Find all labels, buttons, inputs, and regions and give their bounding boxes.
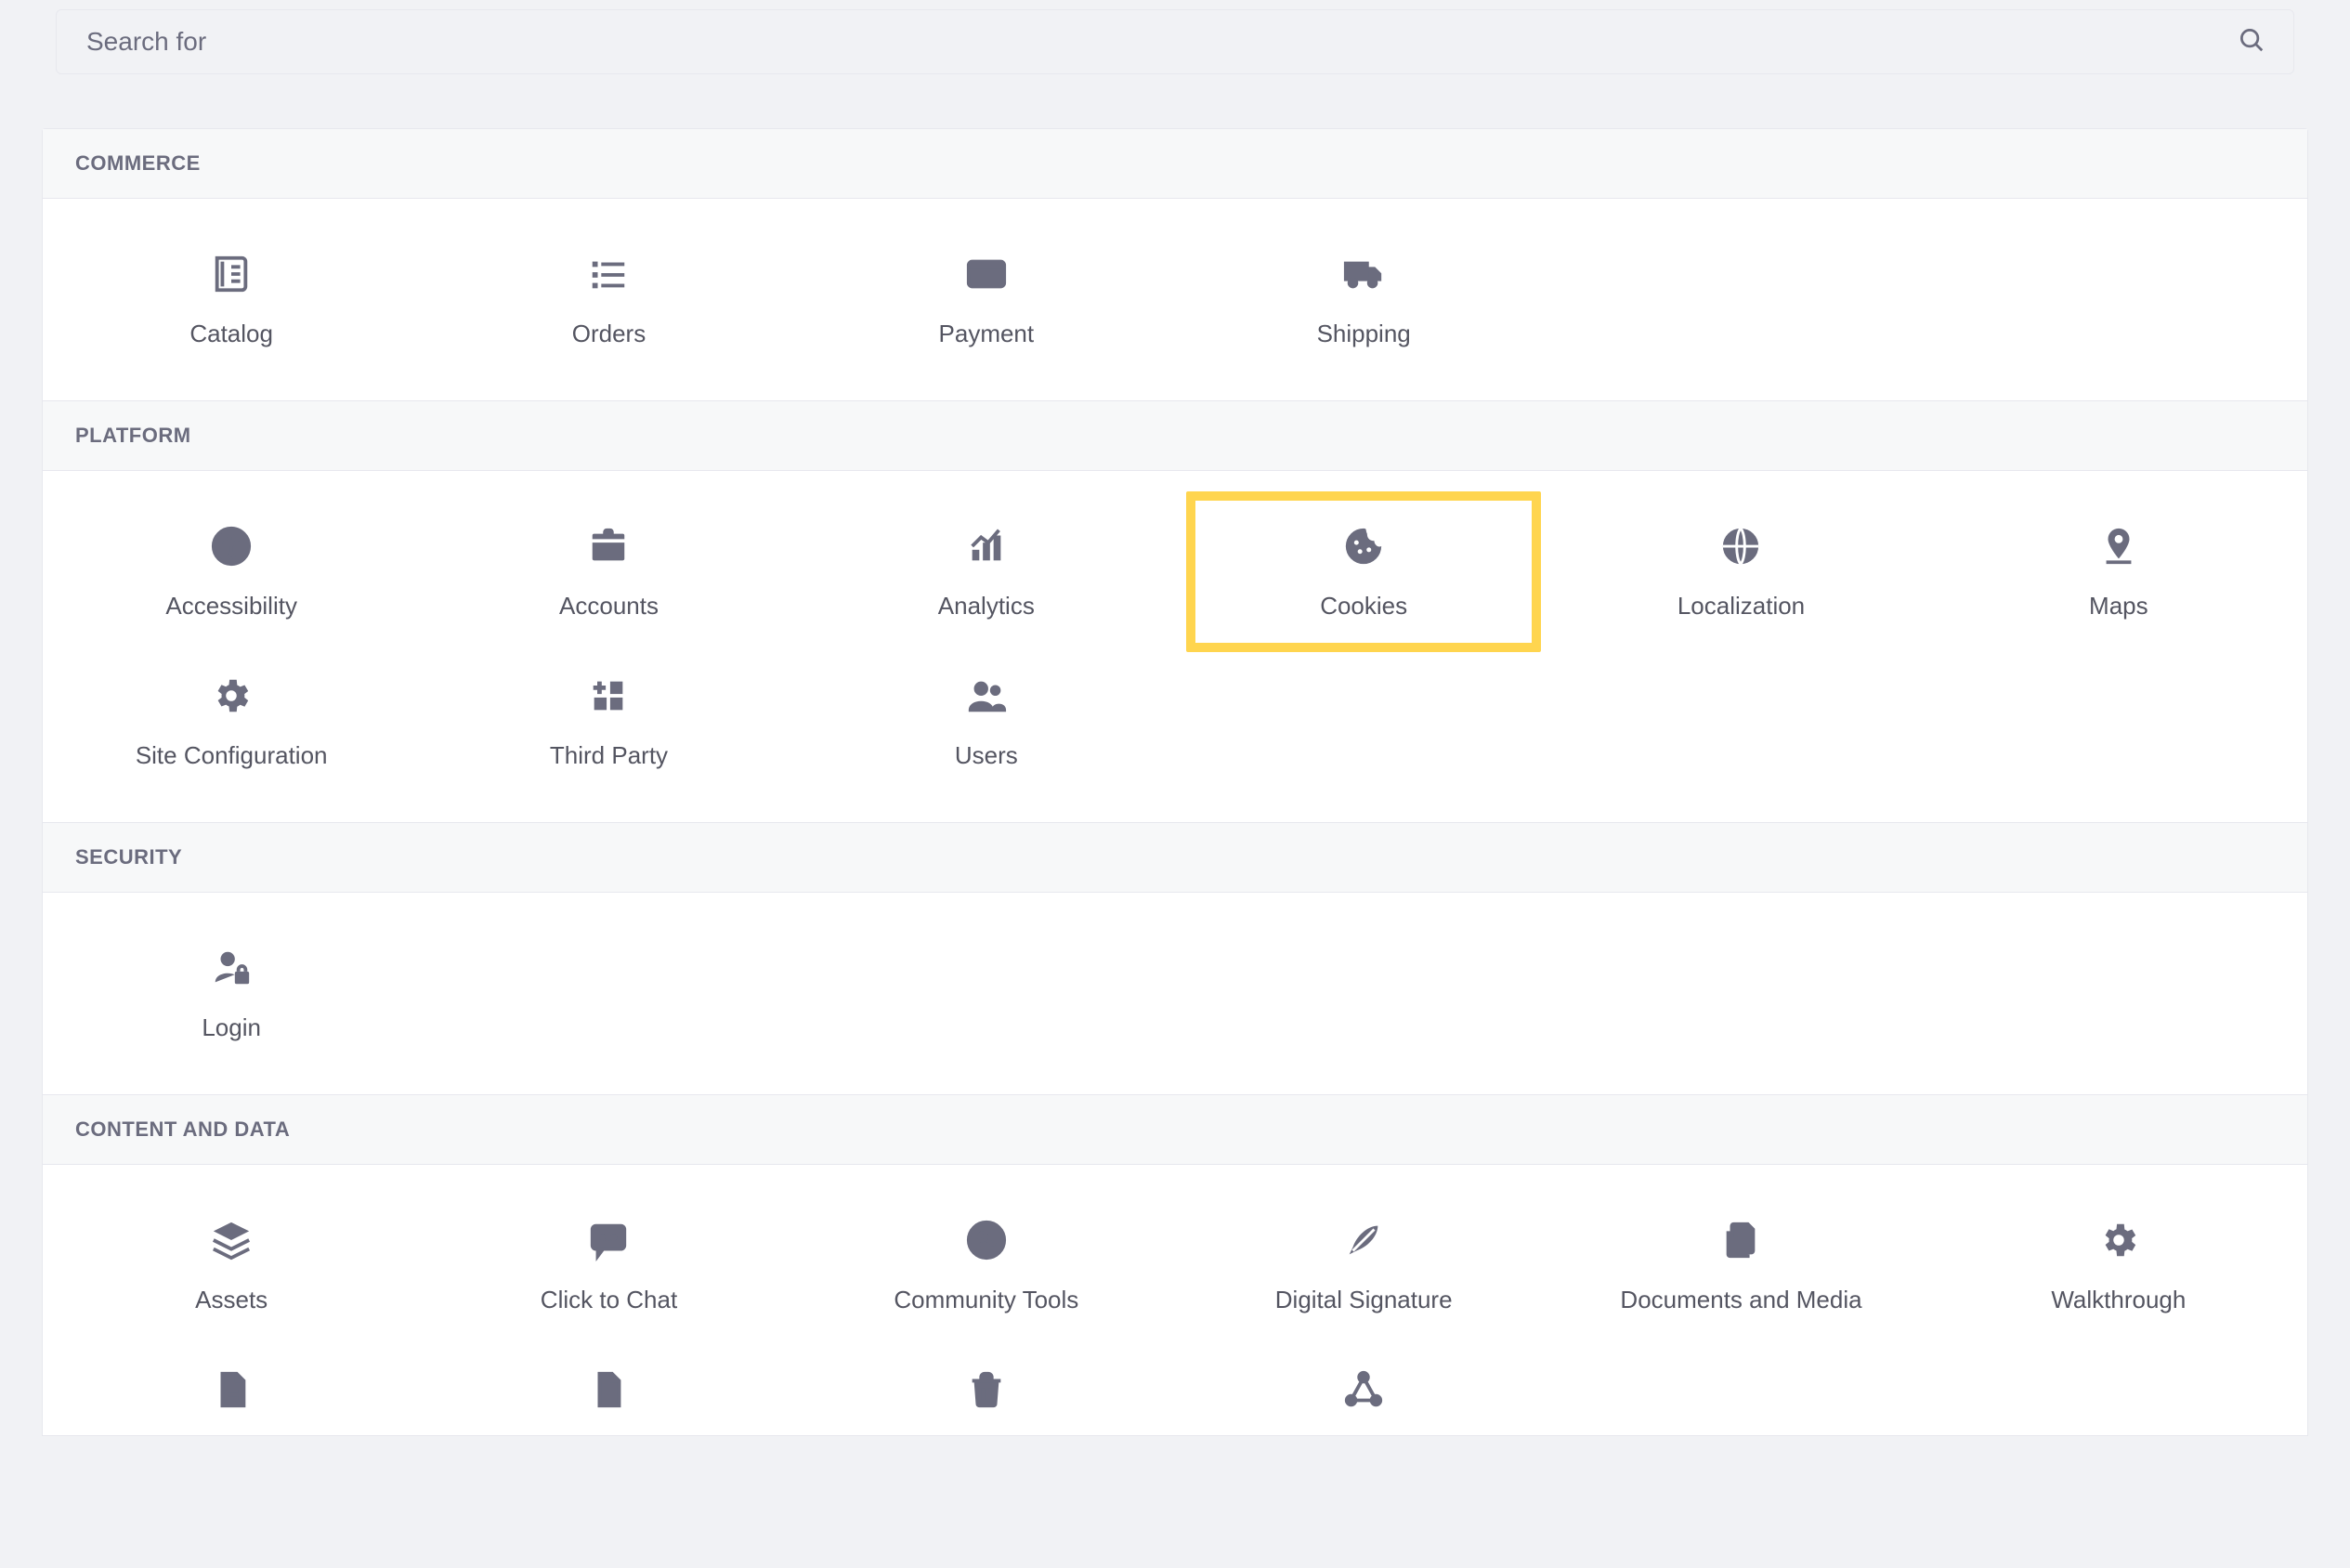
tile-documents-media[interactable]: Documents and Media <box>1552 1191 1929 1340</box>
tile-label: Accounts <box>559 592 659 621</box>
truck-icon <box>1340 251 1387 297</box>
tile-click-to-chat[interactable]: Click to Chat <box>420 1191 797 1340</box>
tile-catalog[interactable]: Catalog <box>43 225 420 374</box>
credit-card-icon <box>963 251 1010 297</box>
tile-digital-signature[interactable]: Digital Signature <box>1175 1191 1552 1340</box>
feather-icon <box>1340 1217 1387 1263</box>
tile-login[interactable]: Login <box>43 919 420 1068</box>
briefcase-icon <box>585 523 632 569</box>
list-icon <box>585 251 632 297</box>
tile-orders[interactable]: Orders <box>420 225 797 374</box>
tile-label: Accessibility <box>165 592 297 621</box>
users-icon <box>963 673 1010 719</box>
tile-payment[interactable]: Payment <box>798 225 1175 374</box>
layers-icon <box>208 1217 255 1263</box>
book-icon <box>208 251 255 297</box>
tile-maps[interactable]: Maps <box>1930 497 2307 647</box>
file-icon <box>585 1366 632 1413</box>
tile-third-party[interactable]: Third Party <box>420 647 797 796</box>
tile-label: Documents and Media <box>1620 1286 1861 1314</box>
tile-label: Shipping <box>1317 320 1411 348</box>
tile-label: Login <box>202 1013 261 1042</box>
tile-analytics[interactable]: Analytics <box>798 497 1175 647</box>
chat-icon <box>585 1217 632 1263</box>
tile-assets[interactable]: Assets <box>43 1191 420 1340</box>
gear-icon <box>2095 1217 2142 1263</box>
tile-community-tools[interactable]: Community Tools <box>798 1191 1175 1340</box>
tile-label: Analytics <box>938 592 1035 621</box>
tile-accounts[interactable]: Accounts <box>420 497 797 647</box>
tile-label: Assets <box>195 1286 268 1314</box>
tile-localization[interactable]: Localization <box>1552 497 1929 647</box>
share-icon <box>1340 1366 1387 1413</box>
analytics-icon <box>963 523 1010 569</box>
user-lock-icon <box>208 945 255 991</box>
apps-add-icon <box>585 673 632 719</box>
section-header-security: SECURITY <box>43 822 2307 893</box>
community-icon <box>963 1217 1010 1263</box>
tile-label: Payment <box>939 320 1035 348</box>
section-header-content: CONTENT AND DATA <box>43 1094 2307 1165</box>
trash-icon <box>963 1366 1010 1413</box>
accessibility-icon <box>208 523 255 569</box>
cookie-icon <box>1340 523 1387 569</box>
tile-label: Community Tools <box>894 1286 1078 1314</box>
tile-partial-3[interactable] <box>798 1340 1175 1435</box>
tile-label: Localization <box>1678 592 1805 621</box>
tile-shipping[interactable]: Shipping <box>1175 225 1552 374</box>
tile-label: Orders <box>572 320 646 348</box>
tile-label: Cookies <box>1320 592 1407 621</box>
document-icon <box>208 1366 255 1413</box>
tile-partial-4[interactable] <box>1175 1340 1552 1435</box>
tile-partial-2[interactable] <box>420 1340 797 1435</box>
tile-label: Users <box>955 741 1018 770</box>
tile-accessibility[interactable]: Accessibility <box>43 497 420 647</box>
section-header-commerce: COMMERCE <box>43 129 2307 199</box>
tile-label: Click to Chat <box>541 1286 677 1314</box>
tile-label: Walkthrough <box>2051 1286 2186 1314</box>
tile-label: Maps <box>2089 592 2148 621</box>
search-icon[interactable] <box>2238 26 2265 59</box>
tile-users[interactable]: Users <box>798 647 1175 796</box>
documents-icon <box>1717 1217 1764 1263</box>
search-bar[interactable] <box>56 9 2294 74</box>
tile-site-configuration[interactable]: Site Configuration <box>43 647 420 796</box>
tile-walkthrough[interactable]: Walkthrough <box>1930 1191 2307 1340</box>
tile-label: Site Configuration <box>136 741 328 770</box>
tile-label: Third Party <box>550 741 668 770</box>
tile-partial-1[interactable] <box>43 1340 420 1435</box>
section-header-platform: PLATFORM <box>43 400 2307 471</box>
tile-label: Catalog <box>189 320 273 348</box>
gear-icon <box>208 673 255 719</box>
tile-cookies[interactable]: Cookies <box>1186 491 1541 652</box>
search-input[interactable] <box>85 26 2238 58</box>
globe-icon <box>1717 523 1764 569</box>
map-pin-icon <box>2095 523 2142 569</box>
tile-label: Digital Signature <box>1275 1286 1453 1314</box>
